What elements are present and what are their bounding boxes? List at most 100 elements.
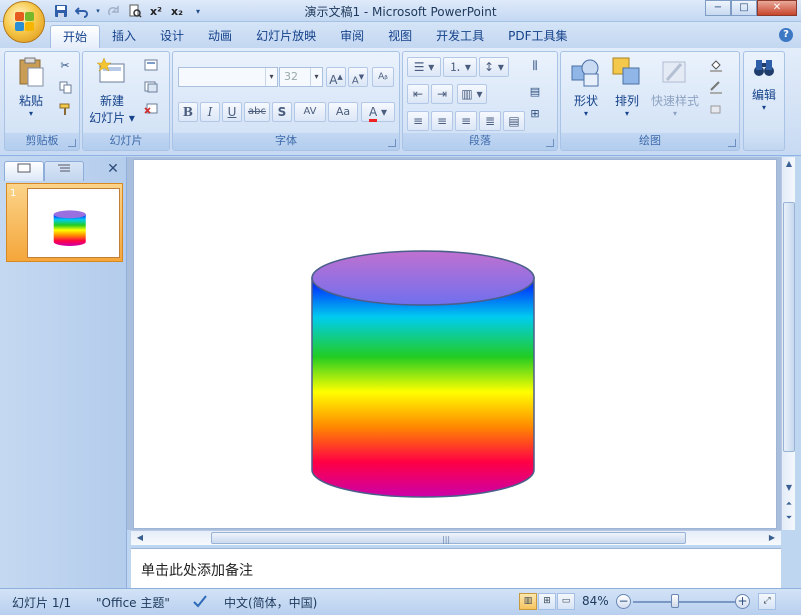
paste-button[interactable]: 粘贴 ▾	[11, 56, 51, 118]
fit-to-window-icon[interactable]: ⤢	[758, 593, 776, 610]
text-direction-icon[interactable]: ⫼	[525, 57, 545, 75]
spell-check-icon[interactable]	[192, 594, 208, 611]
previous-slide-icon[interactable]: ⏶	[782, 499, 796, 509]
paragraph-launcher-icon[interactable]	[546, 139, 554, 147]
scroll-down-icon[interactable]: ▼	[782, 483, 796, 492]
language[interactable]: 中文(简体，中国)	[224, 594, 317, 611]
horizontal-scroll-thumb[interactable]: |||	[211, 532, 686, 544]
distribute-button[interactable]: ▤	[503, 111, 525, 131]
align-right-button[interactable]: ≡	[455, 111, 477, 131]
slide-show-view-button[interactable]: ▭	[557, 593, 575, 610]
drawing-launcher-icon[interactable]	[728, 139, 736, 147]
close-pane-icon[interactable]: ✕	[105, 161, 121, 177]
next-slide-icon[interactable]: ⏷	[782, 513, 796, 523]
shrink-font-button[interactable]: A▼	[348, 67, 368, 87]
slide-canvas[interactable]	[133, 159, 777, 529]
change-case-button[interactable]: Aa	[328, 102, 358, 122]
vertical-scrollbar[interactable]: ▲ ▼ ⏶ ⏷	[781, 157, 795, 530]
ribbon-tab-bar: 开始 插入 设计 动画 幻灯片放映 审阅 视图 开发工具 PDF工具集 ?	[0, 22, 801, 48]
strikethrough-button[interactable]: abc	[244, 102, 270, 122]
zoom-out-icon[interactable]: −	[616, 594, 631, 609]
shape-fill-icon[interactable]	[706, 56, 726, 74]
slides-tab[interactable]	[4, 161, 44, 181]
increase-indent-button[interactable]: ⇥	[431, 84, 453, 104]
font-size-combo[interactable]: 32 ▾	[279, 67, 323, 87]
new-slide-button[interactable]: 新建 幻灯片 ▾	[87, 56, 137, 126]
align-text-icon[interactable]: ▤	[525, 82, 545, 100]
scroll-left-icon[interactable]: ◀	[133, 533, 147, 542]
slide-thumbnail-1[interactable]: 1	[6, 183, 123, 262]
paste-label: 粘贴	[18, 94, 43, 108]
arrange-button[interactable]: 排列 ▾	[607, 56, 647, 118]
notes-placeholder[interactable]: 单击此处添加备注	[141, 560, 253, 580]
format-painter-icon[interactable]	[55, 100, 75, 118]
slide-count: 幻灯片 1/1	[12, 596, 72, 610]
tab-insert[interactable]: 插入	[100, 25, 148, 48]
delete-slide-icon[interactable]	[141, 100, 161, 118]
zoom-in-icon[interactable]: +	[735, 594, 750, 609]
reset-icon[interactable]	[141, 78, 161, 96]
scroll-right-icon[interactable]: ▶	[765, 533, 779, 542]
decrease-indent-button[interactable]: ⇤	[407, 84, 429, 104]
shape-effects-icon[interactable]	[706, 100, 726, 118]
arrange-label: 排列	[614, 94, 639, 108]
grow-font-button[interactable]: A▲	[326, 67, 346, 87]
normal-view-button[interactable]: ▥	[519, 593, 537, 610]
tab-pdf-tools[interactable]: PDF工具集	[496, 25, 579, 48]
font-size-value: 32	[284, 70, 298, 83]
cylinder-top[interactable]	[311, 250, 535, 306]
horizontal-scrollbar[interactable]: ◀ ||| ▶	[131, 530, 781, 545]
shapes-button[interactable]: 形状 ▾	[565, 56, 607, 118]
tab-view[interactable]: 视图	[376, 25, 424, 48]
zoom-level[interactable]: 84%	[582, 594, 609, 608]
notes-pane[interactable]: 单击此处添加备注	[131, 548, 781, 588]
justify-button[interactable]: ≣	[479, 111, 501, 131]
align-left-button[interactable]: ≡	[407, 111, 429, 131]
close-button[interactable]: ✕	[757, 0, 797, 16]
office-button[interactable]	[3, 1, 45, 43]
clear-formatting-button[interactable]: Aᵦ	[372, 67, 394, 87]
zoom-slider-knob[interactable]	[671, 594, 679, 608]
character-spacing-button[interactable]: AV	[294, 102, 326, 122]
bullets-button[interactable]: ☰ ▾	[407, 57, 441, 77]
columns-button[interactable]: ▥ ▾	[457, 84, 487, 104]
editing-button[interactable]: 编辑 ▾	[746, 56, 782, 112]
zoom-slider[interactable]	[633, 601, 735, 603]
copy-icon[interactable]	[55, 78, 75, 96]
scroll-up-icon[interactable]: ▲	[782, 159, 796, 168]
tab-slide-show[interactable]: 幻灯片放映	[244, 25, 328, 48]
clipboard-group: 粘贴 ▾ ✂ 剪贴板	[4, 51, 80, 151]
font-launcher-icon[interactable]	[388, 139, 396, 147]
paste-icon	[15, 56, 47, 88]
align-center-button[interactable]: ≡	[431, 111, 453, 131]
thumbnail-cylinder	[53, 210, 86, 246]
tab-developer[interactable]: 开发工具	[424, 25, 496, 48]
tab-home[interactable]: 开始	[50, 25, 101, 48]
underline-button[interactable]: U	[222, 102, 242, 122]
editing-group: 编辑 ▾	[743, 51, 785, 151]
tab-design[interactable]: 设计	[148, 25, 196, 48]
shape-outline-icon[interactable]	[706, 78, 726, 96]
minimize-button[interactable]: −	[705, 0, 731, 16]
maximize-button[interactable]: □	[731, 0, 757, 16]
bold-button[interactable]: B	[178, 102, 198, 122]
italic-button[interactable]: I	[200, 102, 220, 122]
numbering-button[interactable]: ⒈ ▾	[443, 57, 477, 77]
cylinder-body[interactable]	[311, 277, 535, 498]
cut-icon[interactable]: ✂	[55, 56, 75, 74]
slide-sorter-view-button[interactable]: ⊞	[538, 593, 556, 610]
tab-animations[interactable]: 动画	[196, 25, 244, 48]
outline-tab[interactable]	[44, 161, 84, 181]
font-name-combo[interactable]: ▾	[178, 67, 278, 87]
quick-styles-button[interactable]: 快速样式 ▾	[647, 56, 703, 118]
shadow-button[interactable]: S	[272, 102, 292, 122]
smartart-icon[interactable]: ⊞	[525, 104, 545, 122]
help-icon[interactable]: ?	[779, 28, 793, 42]
line-spacing-button[interactable]: ↕ ▾	[479, 57, 509, 77]
font-color-button[interactable]: A ▾	[361, 102, 395, 122]
office-logo-icon	[15, 12, 35, 32]
vertical-scroll-thumb[interactable]	[783, 202, 795, 452]
layout-icon[interactable]	[141, 56, 161, 74]
clipboard-launcher-icon[interactable]	[68, 139, 76, 147]
tab-review[interactable]: 审阅	[328, 25, 376, 48]
